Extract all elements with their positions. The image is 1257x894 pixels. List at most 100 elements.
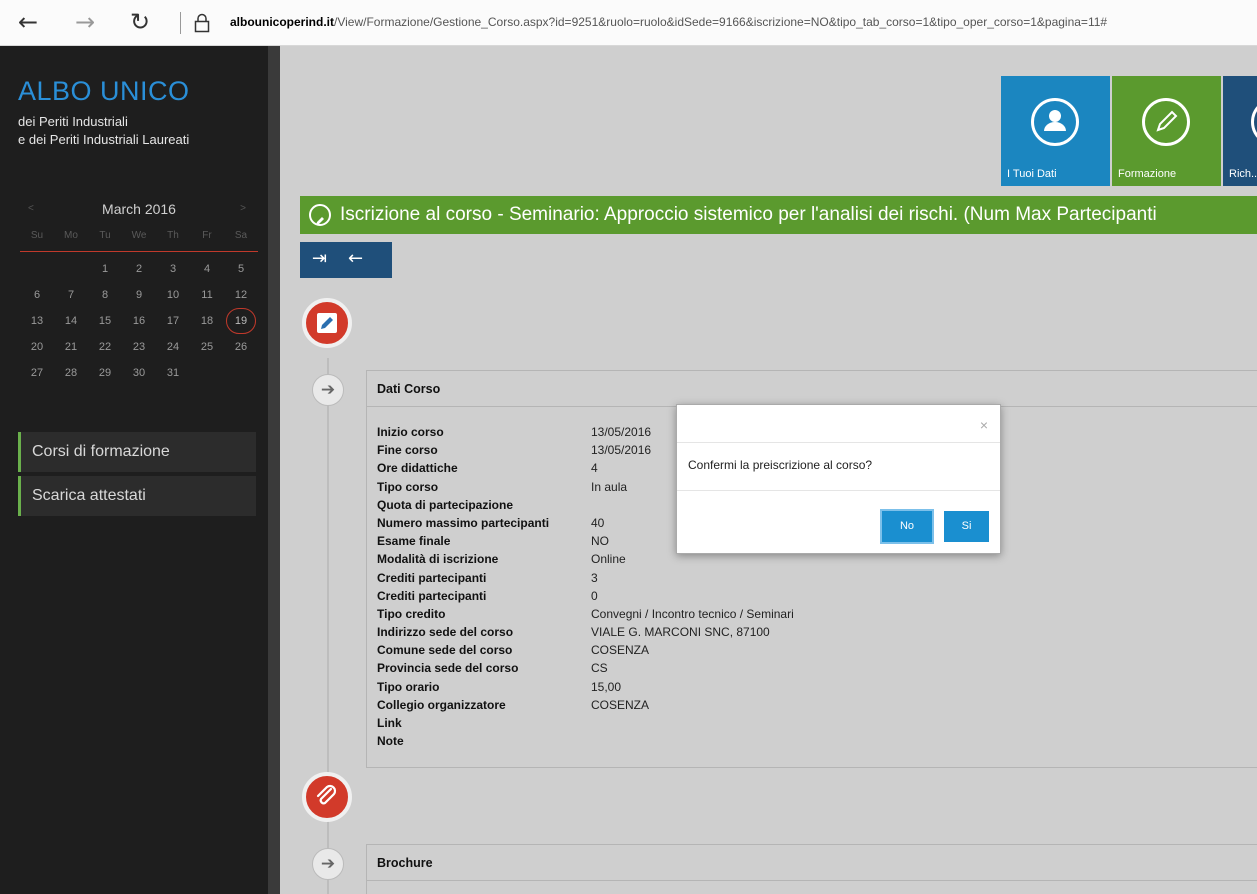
info-value: CS <box>591 661 608 676</box>
calendar-day[interactable]: 27 <box>20 367 54 379</box>
forward-arrow-icon[interactable]: → <box>75 10 95 34</box>
calendar-day[interactable]: 26 <box>224 341 258 353</box>
tile-label: I Tuoi Dati <box>1007 168 1057 180</box>
lock-icon <box>194 13 210 37</box>
close-icon[interactable]: × <box>980 417 988 433</box>
calendar-day[interactable]: 6 <box>20 289 54 301</box>
calendar-day[interactable]: 3 <box>156 263 190 275</box>
calendar-day[interactable]: 14 <box>54 315 88 327</box>
calendar-today-label: 19 <box>226 308 256 334</box>
tile-formazione[interactable]: Formazione <box>1112 76 1221 186</box>
calendar-month: March 2016 <box>102 201 176 217</box>
calendar-day[interactable]: 8 <box>88 289 122 301</box>
brand-subtitle-2: e dei Periti Industriali Laureati <box>18 132 190 147</box>
calendar-day[interactable]: 29 <box>88 367 122 379</box>
calendar-day[interactable]: 31 <box>156 367 190 379</box>
info-value: COSENZA <box>591 643 650 658</box>
info-value: Online <box>591 552 626 567</box>
user-icon <box>1031 98 1079 146</box>
browser-toolbar: ← → ↻ albounicoperind.it/View/Formazione… <box>0 0 1257 46</box>
calendar-grid: 1 2 3 4 5 6 7 8 9 10 11 12 13 14 15 16 17 18 19 20 21 22 23 24 2… <box>20 256 258 386</box>
calendar-today[interactable]: 19 <box>224 308 258 334</box>
calendar-week: 13 14 15 16 17 18 19 <box>20 308 258 334</box>
tile-richieste[interactable]: Rich... <box>1223 76 1257 186</box>
calendar-week: 12345 <box>20 256 258 282</box>
info-row: Collegio organizzatore COSENZA <box>377 698 1257 716</box>
info-value: 13/05/2016 <box>591 425 652 439</box>
calendar-week: 6 7 8 9 10 11 12 <box>20 282 258 308</box>
info-value: 4 <box>591 461 598 476</box>
calendar-weekday: Sa <box>234 229 248 241</box>
calendar-day[interactable]: 1 <box>88 263 122 275</box>
sidebar-item-scarica-attestati[interactable]: Scarica attestati <box>18 476 256 516</box>
info-value: VIALE G. MARCONI SNC, 87100 <box>591 625 770 640</box>
calendar-day[interactable]: 9 <box>122 289 156 301</box>
info-label: Ore didattiche <box>377 461 458 476</box>
no-button[interactable]: No <box>882 511 932 542</box>
calendar-day[interactable]: 30 <box>122 367 156 379</box>
calendar: < March 2016 > Su Mo Tu We Th Fr Sa 1234567891… <box>20 196 258 386</box>
calendar-day[interactable]: 18 <box>190 315 224 327</box>
back-arrow-icon[interactable]: ← <box>18 10 38 34</box>
info-label: Inizio corso <box>377 425 444 439</box>
url-domain: albounicoperind.it <box>230 15 334 29</box>
calendar-weekday: We <box>131 229 147 241</box>
calendar-day[interactable]: 4 <box>190 263 224 275</box>
calendar-weekday: Tu <box>99 229 111 241</box>
si-button[interactable]: Si <box>944 511 989 542</box>
calendar-header: < March 2016 > <box>20 196 258 222</box>
calendar-day[interactable]: 10 <box>156 289 190 301</box>
calendar-week: 27 28 29 30 31 <box>20 360 258 386</box>
action-toolbar: ⇥ ← <box>300 242 392 278</box>
back-icon[interactable]: ← <box>348 248 363 270</box>
info-label: Numero massimo partecipanti <box>377 515 550 530</box>
arrow-right-icon: ➔ <box>312 374 344 406</box>
reload-icon[interactable]: ↻ <box>130 10 150 34</box>
url-path: /View/Formazione/Gestione_Corso.aspx?id=… <box>334 15 1108 29</box>
panel-title: Dati Corso <box>367 371 1257 407</box>
calendar-day[interactable]: 7 <box>54 289 88 301</box>
calendar-day[interactable]: 22 <box>88 341 122 353</box>
dialog-message: Confermi la preiscrizione al corso? <box>677 443 1000 491</box>
info-row: Tipo credito Convegni / Incontro tecnico … <box>377 607 1257 625</box>
calendar-day[interactable]: 5 <box>224 263 258 275</box>
calendar-day[interactable]: 16 <box>122 315 156 327</box>
info-row: Indirizzo sede del corso VIALE G. MARCONI… <box>377 625 1257 643</box>
info-value: 0 <box>591 588 598 603</box>
sign-in-icon[interactable]: ⇥ <box>312 248 327 270</box>
sidebar-scrollbar[interactable] <box>268 46 280 894</box>
address-bar[interactable]: albounicoperind.it/View/Formazione/Gesti… <box>230 15 1107 29</box>
info-row: Modalità di iscrizione Online <box>377 552 1257 570</box>
info-label: Link <box>377 716 402 730</box>
calendar-day[interactable]: 28 <box>54 367 88 379</box>
calendar-day[interactable]: 17 <box>156 315 190 327</box>
info-value: In aula <box>591 479 628 494</box>
calendar-next-icon[interactable]: > <box>240 196 246 222</box>
calendar-day[interactable]: 12 <box>224 289 258 301</box>
info-row: Link <box>377 716 1257 734</box>
calendar-weekday: Su <box>30 229 44 241</box>
sidebar: ALBO UNICO dei Periti Industriali e dei … <box>0 46 268 894</box>
sidebar-item-corsi-di-formazione[interactable]: Corsi di formazione <box>18 432 256 472</box>
calendar-day[interactable]: 20 <box>20 341 54 353</box>
info-label: Tipo orario <box>377 679 440 694</box>
info-row: Comune sede del corso COSENZA <box>377 643 1257 661</box>
info-value: 3 <box>591 570 598 585</box>
calendar-prev-icon[interactable]: < <box>28 196 34 222</box>
calendar-day[interactable]: 15 <box>88 315 122 327</box>
calendar-day[interactable]: 13 <box>20 315 54 327</box>
calendar-day[interactable]: 24 <box>156 341 190 353</box>
info-row: Note <box>377 734 1257 752</box>
confirm-dialog: × Confermi la preiscrizione al corso? No… <box>676 404 1001 554</box>
calendar-day[interactable]: 25 <box>190 341 224 353</box>
info-label: Indirizzo sede del corso <box>377 625 514 640</box>
info-value: Convegni / Incontro tecnico / Seminari <box>591 606 794 621</box>
info-value: 13/05/2016 <box>591 443 652 458</box>
calendar-day[interactable]: 2 <box>122 263 156 275</box>
calendar-day[interactable]: 21 <box>54 341 88 353</box>
calendar-day[interactable]: 11 <box>190 289 224 301</box>
page-title-banner: Iscrizione al corso - Seminario: Approcc… <box>300 196 1257 234</box>
tile-i-tuoi-dati[interactable]: I Tuoi Dati <box>1001 76 1110 186</box>
calendar-day[interactable]: 23 <box>122 341 156 353</box>
info-label: Provincia sede del corso <box>377 661 519 676</box>
